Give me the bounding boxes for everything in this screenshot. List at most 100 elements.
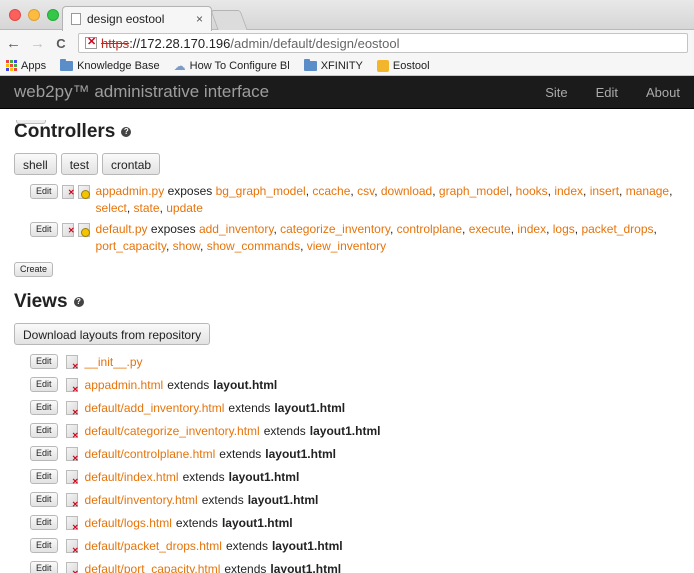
test-file-icon[interactable] [77,222,90,237]
edit-button[interactable]: Edit [30,184,58,199]
exposed-function-link[interactable]: state [134,201,160,215]
bookmark-knowledge-base[interactable]: Knowledge Base [60,58,160,72]
crontab-button[interactable]: crontab [102,153,161,175]
extends-label: extends [201,492,244,507]
exposed-function-link[interactable]: update [166,201,203,215]
delete-file-icon[interactable] [65,561,79,573]
exposed-function-link[interactable]: packet_drops [581,222,653,236]
exposed-function-link[interactable]: manage [626,184,669,198]
exposed-function-link[interactable]: ccache [312,184,350,198]
bookmark-label: XFINITY [320,59,363,72]
edit-button[interactable]: Edit [30,377,58,392]
layout-name: layout1.html [309,423,381,438]
tab-title: design eostool [87,12,165,26]
view-file-link[interactable]: __init__.py [85,355,143,369]
download-layouts-button[interactable]: Download layouts from repository [14,323,211,345]
new-tab-button[interactable] [210,10,248,30]
view-file-link[interactable]: default/logs.html [85,516,172,530]
delete-file-icon[interactable] [65,354,79,371]
back-arrow-icon[interactable]: ← [6,35,21,52]
view-row: Edit default/categorize_inventory.htmlext… [30,419,680,442]
edit-button[interactable]: Edit [30,492,58,507]
exposed-function-link[interactable]: port_capacity [96,239,166,253]
close-window-icon[interactable] [9,9,21,21]
exposed-function-link[interactable]: select [96,201,127,215]
exposed-function-link[interactable]: categorize_inventory [280,222,390,236]
layout-name: layout1.html [274,400,346,415]
view-file-link[interactable]: default/port_capacity.html [85,562,221,573]
help-icon[interactable]: ? [73,297,84,307]
view-file-link[interactable]: default/packet_drops.html [85,539,222,553]
tab-close-icon[interactable]: × [196,12,203,26]
help-icon[interactable]: ? [121,127,132,137]
delete-file-icon[interactable] [65,423,79,440]
exposed-function-link[interactable]: logs [553,222,575,236]
edit-button[interactable]: Edit [30,538,58,553]
view-file-link[interactable]: appadmin.html [85,378,164,392]
browser-tab[interactable]: design eostool × [62,6,212,31]
exposed-function-link[interactable]: controlplane [397,222,462,236]
controller-file-link[interactable]: default.py [96,222,148,236]
edit-button[interactable]: Edit [30,354,58,369]
view-file-link[interactable]: default/index.html [85,470,179,484]
forward-arrow-icon[interactable]: → [30,35,45,52]
controller-text: appadmin.py exposes bg_graph_model, ccac… [95,184,673,215]
exposes-label: exposes [167,184,213,198]
app-brand[interactable]: web2py™ administrative interface [14,82,269,102]
edit-button[interactable]: Edit [30,423,58,438]
create-controller-button[interactable]: Create [14,262,54,277]
exposed-function-link[interactable]: graph_model [439,184,509,198]
exposed-function-link[interactable]: index [517,222,546,236]
scrolled-button-edge[interactable] [16,120,46,124]
bookmark-how-to-configure[interactable]: ☁ How To Configure Bl [174,59,290,73]
address-bar[interactable]: https://172.28.170.196/admin/default/des… [78,33,688,53]
controller-file-link[interactable]: appadmin.py [96,184,165,198]
exposed-function-link[interactable]: execute [469,222,511,236]
extends-label: extends [167,377,210,392]
delete-file-icon[interactable] [65,446,79,463]
delete-file-icon[interactable] [65,377,79,394]
exposed-function-link[interactable]: csv [357,184,374,198]
nav-link-edit[interactable]: Edit [596,85,618,100]
edit-button[interactable]: Edit [30,446,58,461]
delete-file-icon[interactable] [61,184,75,201]
view-file-link[interactable]: default/controlplane.html [85,447,216,461]
view-file-link[interactable]: default/add_inventory.html [85,401,225,415]
bookmark-label: Apps [21,59,47,72]
exposed-function-link[interactable]: bg_graph_model [216,184,306,198]
test-file-icon[interactable] [77,184,90,199]
insecure-lock-icon[interactable] [85,35,97,49]
delete-file-icon[interactable] [65,515,79,532]
exposed-function-link[interactable]: index [554,184,583,198]
delete-file-icon[interactable] [61,222,75,239]
edit-button[interactable]: Edit [30,469,58,484]
nav-link-about[interactable]: About [646,85,680,100]
edit-button[interactable]: Edit [30,222,58,237]
delete-file-icon[interactable] [65,492,79,509]
edit-button[interactable]: Edit [30,515,58,530]
exposed-function-link[interactable]: view_inventory [307,239,386,253]
maximize-window-icon[interactable] [47,9,59,21]
exposed-function-link[interactable]: show [173,239,200,253]
view-file-link[interactable]: default/categorize_inventory.html [85,424,260,438]
delete-file-icon[interactable] [65,400,79,417]
exposed-function-link[interactable]: download [381,184,432,198]
delete-file-icon[interactable] [65,538,79,555]
view-file-link[interactable]: default/inventory.html [85,493,198,507]
test-button[interactable]: test [60,153,99,175]
exposed-function-link[interactable]: add_inventory [199,222,274,236]
exposed-function-link[interactable]: insert [590,184,619,198]
shell-button[interactable]: shell [14,153,57,175]
reload-icon[interactable]: C [54,36,68,51]
edit-button[interactable]: Edit [30,400,58,415]
bookmark-xfinity[interactable]: XFINITY [303,58,363,72]
nav-links: Site Edit About [545,85,680,100]
bookmark-apps[interactable]: Apps [6,60,46,72]
bookmark-eostool[interactable]: Eostool [376,59,430,72]
nav-link-site[interactable]: Site [545,85,567,100]
delete-file-icon[interactable] [65,469,79,486]
minimize-window-icon[interactable] [28,9,40,21]
exposed-function-link[interactable]: hooks [516,184,548,198]
edit-button[interactable]: Edit [30,561,58,573]
exposed-function-link[interactable]: show_commands [207,239,300,253]
